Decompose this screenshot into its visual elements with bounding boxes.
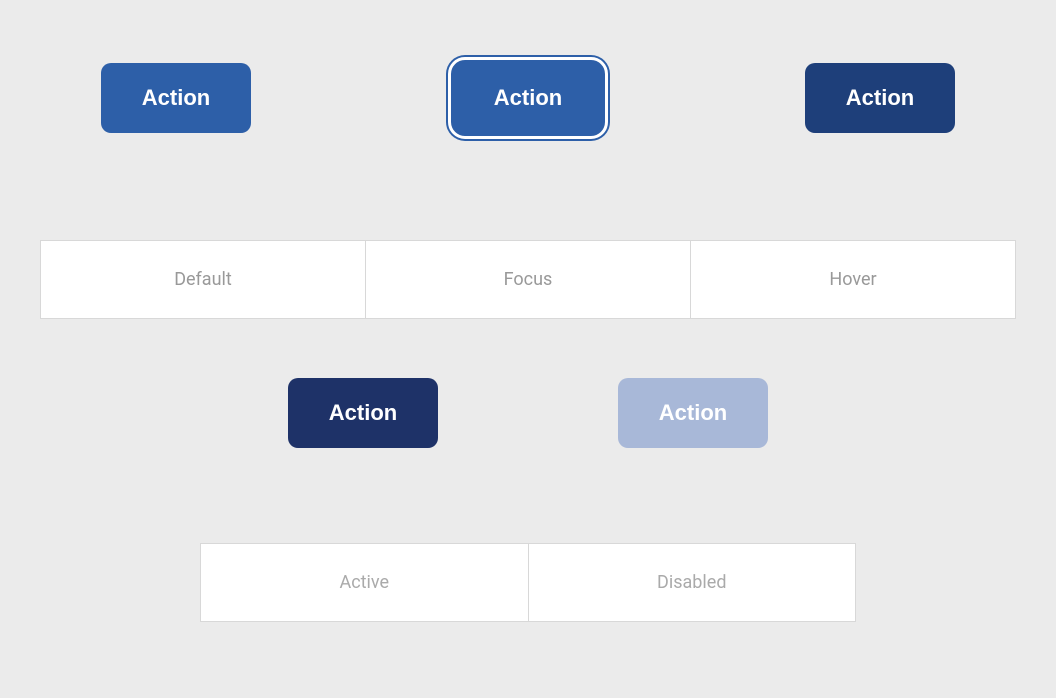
label-row-2: Active Disabled — [200, 543, 856, 622]
col-disabled: Action — [618, 378, 768, 448]
label-hover: Hover — [690, 240, 1016, 319]
action-button-disabled: Action — [618, 378, 768, 448]
label-focus: Focus — [365, 240, 690, 319]
button-row-2: Action Action — [0, 378, 1056, 448]
action-button-focus[interactable]: Action — [451, 60, 605, 136]
label-disabled: Disabled — [528, 543, 857, 622]
label-default: Default — [40, 240, 365, 319]
col-hover: Action — [704, 63, 1056, 133]
button-row-1: Action Action Action — [0, 60, 1056, 136]
col-focus: Action — [352, 60, 704, 136]
action-button-default[interactable]: Action — [101, 63, 251, 133]
main-canvas: Action Action Action Default Focus Hover… — [0, 0, 1056, 698]
label-row-1: Default Focus Hover — [40, 240, 1016, 319]
col-default: Action — [0, 63, 352, 133]
action-button-hover[interactable]: Action — [805, 63, 955, 133]
col-active: Action — [288, 378, 438, 448]
action-button-active[interactable]: Action — [288, 378, 438, 448]
label-active: Active — [200, 543, 528, 622]
